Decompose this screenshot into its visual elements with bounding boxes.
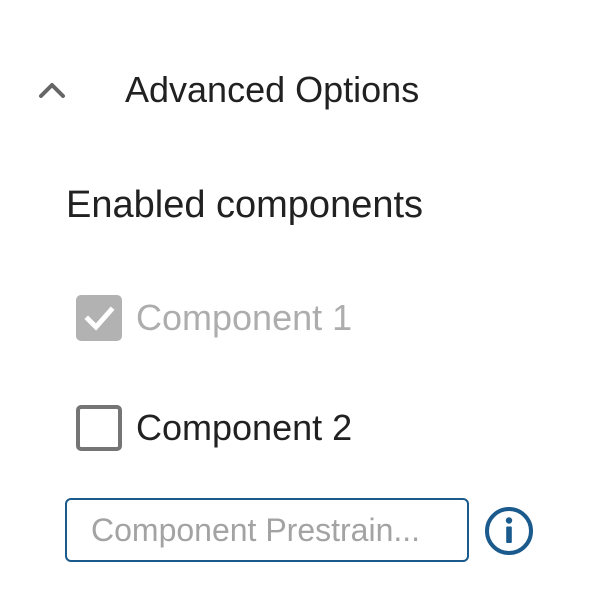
advanced-options-header[interactable]: Advanced Options — [32, 60, 572, 120]
component-2-label[interactable]: Component 2 — [136, 407, 352, 449]
section-title: Advanced Options — [125, 69, 420, 110]
chevron-up-icon[interactable] — [32, 70, 72, 110]
component-prestrain-input[interactable] — [65, 498, 469, 562]
component-1-label: Component 1 — [136, 297, 353, 338]
checkmark-icon — [84, 306, 115, 331]
enabled-components-heading: Enabled components — [66, 184, 424, 226]
component-2-checkbox[interactable] — [76, 405, 122, 451]
info-icon[interactable] — [483, 505, 535, 557]
component-1-checkbox — [76, 295, 122, 341]
component-1-checkbox-row: Component 1 — [76, 293, 352, 343]
component-2-checkbox-row[interactable]: Component 2 — [76, 403, 352, 453]
